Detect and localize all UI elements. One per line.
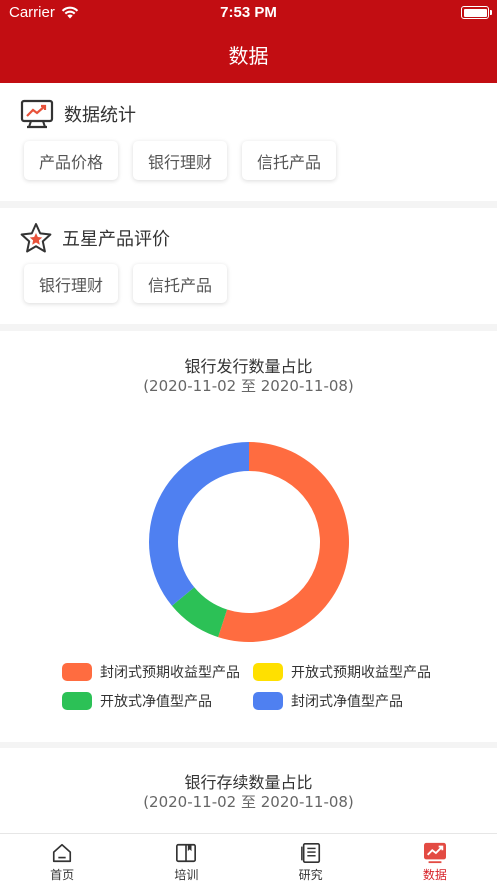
tab-home[interactable]: 首页 [0, 834, 124, 883]
chart2-title: 银行存续数量占比 [184, 773, 313, 792]
navigation-bar: 数据 [0, 26, 497, 83]
trend-monitor-icon [20, 99, 54, 129]
chart-subtitle: (2020-11-02 至 2020-11-08) [143, 377, 354, 395]
book-icon [176, 843, 197, 863]
tab-data[interactable]: 数据 [373, 834, 497, 883]
legend-item[interactable]: 封闭式预期收益型产品 [62, 662, 253, 682]
document-icon [300, 843, 320, 863]
stats-card: 数据统计 产品价格 银行理财 信托产品 [0, 83, 497, 201]
rating-header: 五星产品评价 [20, 222, 170, 254]
battery-icon [461, 6, 492, 19]
stats-buttons: 产品价格 银行理财 信托产品 [24, 141, 337, 180]
legend-label: 开放式净值型产品 [100, 694, 212, 710]
tab-training[interactable]: 培训 [124, 834, 248, 883]
clock: 7:53 PM [220, 4, 277, 21]
donut-slice-4 [149, 442, 249, 606]
trust-product-stats-button[interactable]: 信托产品 [242, 141, 337, 180]
outstanding-chart-card: 银行存续数量占比 (2020-11-02 至 2020-11-08) [0, 748, 497, 834]
chart-title: 银行发行数量占比 [184, 357, 313, 376]
chart-icon [423, 842, 446, 864]
page-title: 数据 [228, 44, 269, 68]
stats-title: 数据统计 [64, 105, 136, 126]
tab-research[interactable]: 研究 [249, 834, 373, 883]
trust-product-rating-button[interactable]: 信托产品 [133, 264, 228, 303]
home-icon [53, 843, 72, 863]
rating-card: 五星产品评价 银行理财 信托产品 [0, 208, 497, 324]
legend-swatch [253, 663, 283, 681]
legend-item[interactable]: 开放式预期收益型产品 [253, 662, 453, 682]
legend-label: 封闭式预期收益型产品 [100, 665, 240, 681]
bank-wealth-rating-button[interactable]: 银行理财 [24, 264, 119, 303]
tab-home-label: 首页 [50, 868, 75, 882]
star-icon [20, 223, 52, 253]
tab-data-label: 数据 [422, 868, 447, 882]
legend-label: 封闭式净值型产品 [291, 694, 403, 710]
chart2-subtitle: (2020-11-02 至 2020-11-08) [143, 793, 354, 811]
rating-buttons: 银行理财 信托产品 [24, 264, 228, 303]
bank-wealth-stats-button[interactable]: 银行理财 [133, 141, 228, 180]
legend-swatch [62, 663, 92, 681]
legend-swatch [253, 692, 283, 710]
issuance-chart-card: 银行发行数量占比 (2020-11-02 至 2020-11-08) 封闭式预期… [0, 331, 497, 742]
rating-title: 五星产品评价 [62, 229, 170, 250]
legend-swatch [62, 692, 92, 710]
chart-legend: 封闭式预期收益型产品 开放式预期收益型产品开放式净值型产品 封闭式净值型产品 [62, 662, 453, 711]
legend-label: 开放式预期收益型产品 [291, 665, 431, 681]
tab-bar: 首页 培训 研究 数据 [0, 833, 497, 883]
legend-item[interactable]: 封闭式净值型产品 [253, 691, 453, 711]
status-bar: Carrier 7:53 PM [0, 0, 497, 26]
donut-chart [149, 442, 349, 642]
donut-slice-1 [218, 442, 349, 642]
product-price-button[interactable]: 产品价格 [24, 141, 119, 180]
tab-training-label: 培训 [174, 868, 199, 882]
tab-research-label: 研究 [298, 868, 323, 882]
legend-item[interactable]: 开放式净值型产品 [62, 691, 253, 711]
stats-header: 数据统计 [20, 99, 136, 129]
